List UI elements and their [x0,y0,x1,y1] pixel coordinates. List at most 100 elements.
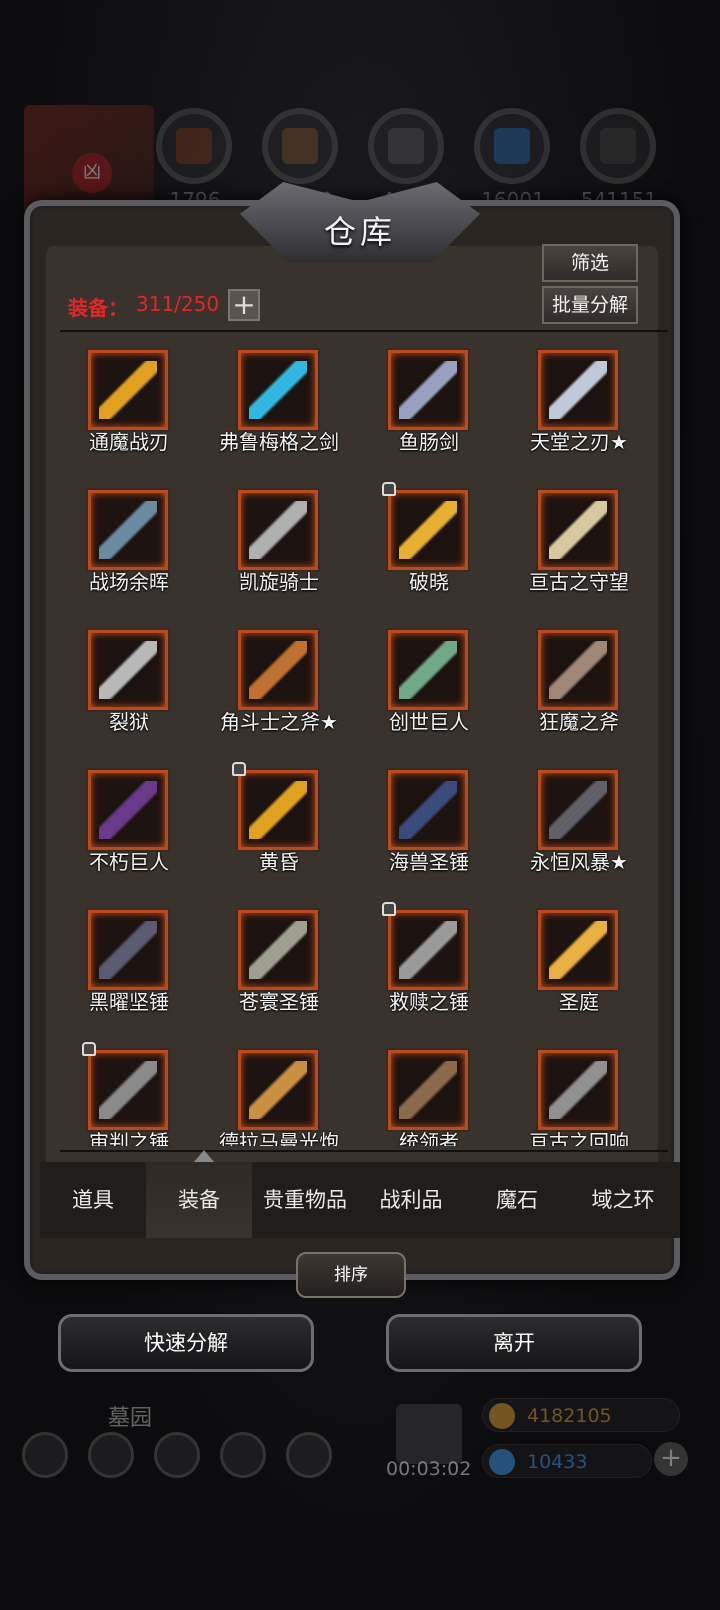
item-name: 救赎之锤 [389,990,469,1014]
weapon-icon [399,781,457,839]
iron-icon [580,108,656,184]
weapon-icon [549,781,607,839]
map-icon[interactable] [154,1432,200,1478]
item-slot [88,910,168,990]
active-tab-caret [194,1150,214,1162]
item-name: 审判之锤 [89,1130,169,1146]
item-slot [388,350,468,430]
item-slot [388,630,468,710]
inventory-item[interactable]: 天堂之刃★ [502,340,656,480]
inventory-item[interactable]: 亘古之守望 [502,480,656,620]
lock-icon [82,1042,96,1056]
gold-amount: 4182105 [527,1405,612,1427]
batch-decompose-button[interactable]: 批量分解 [542,286,638,324]
item-slot [88,1050,168,1130]
settings-icon[interactable] [286,1432,332,1478]
item-name: 亘古之回响 [529,1130,629,1146]
item-slot [538,910,618,990]
weapon-icon [249,501,307,559]
inventory-item[interactable]: 救赎之锤 [352,900,506,1040]
inventory-item[interactable]: 亘古之回响 [502,1040,656,1146]
inventory-item[interactable]: 统领者 [352,1040,506,1146]
tab-2[interactable]: 贵重物品 [252,1162,358,1238]
item-name: 创世巨人 [389,710,469,734]
expand-capacity-button[interactable]: + [228,289,260,321]
avatar[interactable]: 凶 [24,105,154,215]
gem-icon [489,1449,515,1475]
tab-1[interactable]: 装备 [146,1162,252,1238]
grid-bottom-divider [60,1150,668,1152]
inventory-item[interactable]: 审判之锤 [52,1040,206,1146]
item-slot [388,770,468,850]
item-name: 角斗士之斧★ [220,710,338,734]
location-label: 墓园 [108,1406,153,1431]
inventory-item[interactable]: 裂狱 [52,620,206,760]
weapon-icon [99,641,157,699]
item-slot [88,350,168,430]
gem-display: 10433 [482,1444,652,1478]
weapon-icon [549,921,607,979]
inventory-item[interactable]: 通魔战刃 [52,340,206,480]
filter-button[interactable]: 筛选 [542,244,638,282]
inventory-item[interactable]: 狂魔之斧 [502,620,656,760]
ore-icon [156,108,232,184]
item-slot [88,630,168,710]
tab-4[interactable]: 魔石 [464,1162,570,1238]
inventory-item[interactable]: 黄昏 [202,760,356,900]
equip-count-label: 装备： [68,296,128,320]
item-name: 黄昏 [259,850,299,874]
grid-top-divider [60,330,668,332]
inventory-item[interactable]: 创世巨人 [352,620,506,760]
item-name: 鱼肠剑 [399,430,459,454]
lock-icon [232,762,246,776]
lock-icon [382,902,396,916]
item-name: 战场余晖 [89,570,169,594]
item-name: 狂魔之斧 [539,710,619,734]
weapon-icon [549,501,607,559]
item-name: 永恒风暴★ [530,850,628,874]
item-slot [238,630,318,710]
inventory-item[interactable]: 海兽圣锤 [352,760,506,900]
inventory-item[interactable]: 鱼肠剑 [352,340,506,480]
sort-button[interactable]: 排序 [296,1252,406,1298]
inventory-item[interactable]: 永恒风暴★ [502,760,656,900]
item-slot [538,490,618,570]
inventory-item[interactable]: 黑曜坚锤 [52,900,206,1040]
add-currency-button[interactable]: + [654,1442,688,1476]
weapon-icon [549,1061,607,1119]
weapon-icon [99,781,157,839]
item-name: 德拉马曼光炮 [219,1130,339,1146]
gem-amount: 10433 [527,1451,588,1473]
inventory-item[interactable]: 角斗士之斧★ [202,620,356,760]
leave-button[interactable]: 离开 [386,1314,642,1372]
inventory-item[interactable]: 凯旋骑士 [202,480,356,620]
tab-3[interactable]: 战利品 [358,1162,464,1238]
item-slot [238,910,318,990]
gift-box-icon[interactable] [396,1404,462,1464]
item-name: 凯旋骑士 [239,570,319,594]
tab-0[interactable]: 道具 [40,1162,146,1238]
equip-count-value: 311/250 [136,292,220,316]
inventory-item[interactable]: 战场余晖 [52,480,206,620]
item-grid: 通魔战刃 弗鲁梅格之剑 鱼肠剑 天堂之刃★ 战场余晖 凯旋骑士 破晓 亘古之守望裂狱 角斗士之斧… [52,340,668,1146]
item-name: 通魔战刃 [89,430,169,454]
mail-icon[interactable] [220,1432,266,1478]
inventory-item[interactable]: 不朽巨人 [52,760,206,900]
item-slot [538,1050,618,1130]
inventory-item[interactable]: 圣庭 [502,900,656,1040]
weapon-icon [549,641,607,699]
weapon-icon [399,641,457,699]
item-name: 圣庭 [559,990,599,1014]
menu-icon[interactable] [22,1432,68,1478]
item-name: 亘古之守望 [529,570,629,594]
inventory-item[interactable]: 破晓 [352,480,506,620]
quick-decompose-button[interactable]: 快速分解 [58,1314,314,1372]
skill-icon[interactable] [88,1432,134,1478]
weapon-icon [249,641,307,699]
tab-5[interactable]: 域之环 [570,1162,676,1238]
weapon-icon [399,921,457,979]
inventory-item[interactable]: 德拉马曼光炮 [202,1040,356,1146]
weapon-icon [249,1061,307,1119]
inventory-item[interactable]: 苍寰圣锤 [202,900,356,1040]
inventory-item[interactable]: 弗鲁梅格之剑 [202,340,356,480]
